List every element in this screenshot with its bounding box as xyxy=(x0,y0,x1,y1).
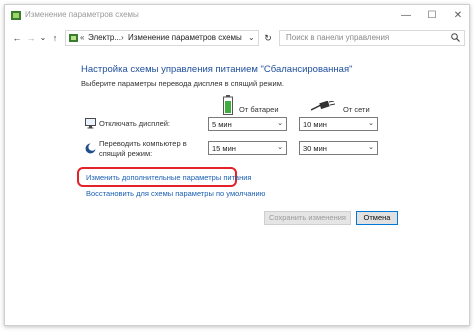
recent-locations-button[interactable]: ⌄ xyxy=(37,31,49,45)
path-overflow-icon[interactable]: « xyxy=(80,33,84,42)
display-icon xyxy=(85,118,96,129)
chevron-down-icon[interactable]: ⌄ xyxy=(248,33,255,42)
battery-icon xyxy=(223,95,233,115)
power-options-icon xyxy=(11,11,21,20)
save-button[interactable]: Сохранить изменения xyxy=(264,211,351,225)
forward-button[interactable]: → xyxy=(25,31,37,45)
breadcrumb-edit-plan[interactable]: Изменение параметров схемы xyxy=(128,33,242,42)
display-off-power-select[interactable]: 10 мин ⌄ xyxy=(299,117,378,131)
sleep-battery-select[interactable]: 15 мин ⌄ xyxy=(208,141,287,155)
advanced-power-settings-link[interactable]: Изменить дополнительные параметры питани… xyxy=(86,173,251,182)
power-plug-icon xyxy=(311,101,335,111)
breadcrumb-power[interactable]: Электр... xyxy=(88,33,121,42)
page-subtitle: Выберите параметры перевода дисплея в сп… xyxy=(81,79,284,88)
address-path[interactable]: « Электр... › Изменение параметров схемы… xyxy=(65,30,259,46)
display-off-battery-select[interactable]: 5 мин ⌄ xyxy=(208,117,287,131)
search-placeholder: Поиск в панели управления xyxy=(286,33,390,42)
search-input[interactable]: Поиск в панели управления xyxy=(279,30,465,46)
title-bar: Изменение параметров схемы — ☐ ✕ xyxy=(5,5,469,27)
maximize-button[interactable]: ☐ xyxy=(421,8,443,24)
window-title: Изменение параметров схемы xyxy=(25,10,139,19)
moon-icon xyxy=(85,143,96,154)
address-bar: ← → ⌄ ↑ « Электр... › Изменение параметр… xyxy=(5,27,469,49)
search-icon xyxy=(451,33,460,42)
back-button[interactable]: ← xyxy=(11,31,23,45)
battery-column-label: От батареи xyxy=(239,105,279,114)
sleep-label: Переводить компьютер в спящий режим: xyxy=(99,139,187,158)
display-off-battery-value: 5 мин xyxy=(212,120,232,129)
sleep-power-select[interactable]: 30 мин ⌄ xyxy=(299,141,378,155)
chevron-down-icon: ⌄ xyxy=(368,120,374,127)
control-panel-icon xyxy=(69,34,78,42)
sleep-power-value: 30 мин xyxy=(303,144,327,153)
cancel-button[interactable]: Отмена xyxy=(356,211,398,225)
chevron-down-icon: ⌄ xyxy=(277,144,283,151)
sleep-battery-value: 15 мин xyxy=(212,144,236,153)
refresh-icon[interactable]: ↻ xyxy=(261,30,275,46)
minimize-button[interactable]: — xyxy=(395,8,417,24)
window: Изменение параметров схемы — ☐ ✕ ← → ⌄ ↑… xyxy=(4,4,470,326)
chevron-right-icon: › xyxy=(121,33,124,42)
main-content: Настройка схемы управления питанием "Сба… xyxy=(5,49,469,327)
close-button[interactable]: ✕ xyxy=(447,8,469,24)
page-title: Настройка схемы управления питанием "Сба… xyxy=(81,64,353,75)
restore-defaults-link[interactable]: Восстановить для схемы параметры по умол… xyxy=(86,189,265,198)
chevron-down-icon: ⌄ xyxy=(277,120,283,127)
display-off-power-value: 10 мин xyxy=(303,120,327,129)
power-column-label: От сети xyxy=(343,105,370,114)
chevron-down-icon: ⌄ xyxy=(368,144,374,151)
up-button[interactable]: ↑ xyxy=(49,31,61,45)
display-off-label: Отключать дисплей: xyxy=(99,119,171,128)
